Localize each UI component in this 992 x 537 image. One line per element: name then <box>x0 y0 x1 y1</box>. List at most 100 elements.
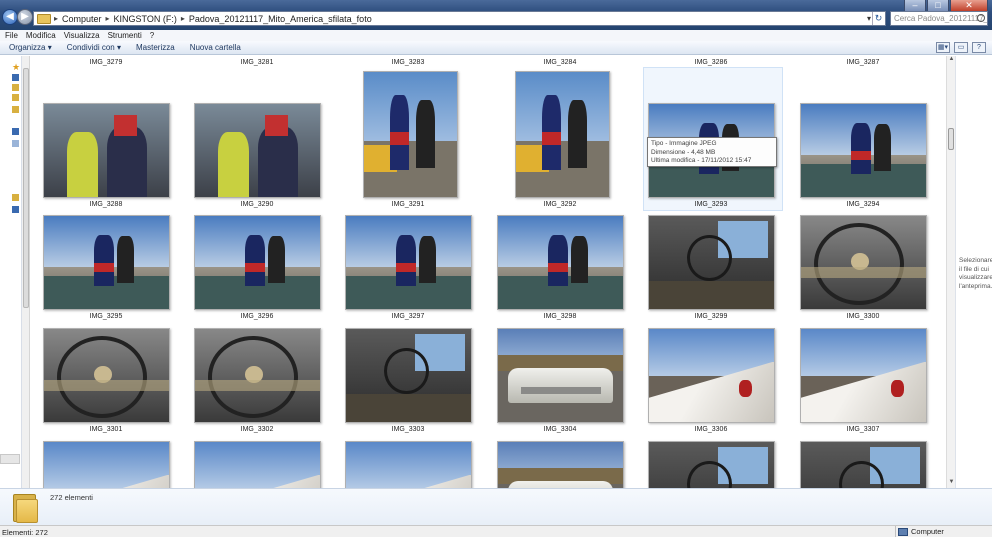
thumbnail-label[interactable]: IMG_3296 <box>194 313 320 320</box>
folder-icon <box>13 491 38 523</box>
photo-thumbnail[interactable] <box>648 441 775 488</box>
menu-help[interactable]: ? <box>150 31 154 40</box>
thumbnail-label[interactable]: IMG_3292 <box>497 201 623 208</box>
share-button[interactable]: Condividi con ▾ <box>67 43 121 52</box>
pane-splitter[interactable] <box>0 454 20 464</box>
organize-button[interactable]: Organizza ▾ <box>9 43 52 52</box>
address-bar[interactable]: ▸ Computer ▸ KINGSTON (F:) ▸ Padova_2012… <box>33 11 886 26</box>
folder-icon[interactable] <box>12 94 19 101</box>
menu-edit[interactable]: Modifica <box>26 31 56 40</box>
photo-thumbnail[interactable] <box>194 328 321 423</box>
thumbnail-label[interactable]: IMG_3279 <box>43 59 169 66</box>
chevron-down-icon: ▾ <box>47 43 52 52</box>
status-items: Elementi: 272 <box>2 528 48 537</box>
menu-file[interactable]: File <box>5 31 18 40</box>
burn-button[interactable]: Masterizza <box>136 43 175 52</box>
thumbnail-label[interactable]: IMG_3298 <box>497 313 623 320</box>
thumbnail-label[interactable]: IMG_3304 <box>497 426 623 433</box>
folder-icon[interactable] <box>12 106 19 113</box>
thumbnail-label[interactable]: IMG_3286 <box>648 59 774 66</box>
thumbnail-label[interactable]: IMG_3297 <box>345 313 471 320</box>
menu-view[interactable]: Visualizza <box>64 31 100 40</box>
photo-thumbnail[interactable] <box>515 71 610 198</box>
photo-thumbnail[interactable] <box>648 215 775 310</box>
photo-thumbnail[interactable] <box>194 441 321 488</box>
navigation-pane: ★ <box>0 56 22 488</box>
thumbnail-label[interactable]: IMG_3290 <box>194 201 320 208</box>
favorites-star-icon[interactable]: ★ <box>12 62 21 72</box>
photo-thumbnail[interactable] <box>43 328 170 423</box>
preview-pane: Selezionare il file di cui visualizzare … <box>955 56 992 488</box>
thumbnail-label[interactable]: IMG_3293 <box>648 201 774 208</box>
thumbnail-label[interactable]: IMG_3303 <box>345 426 471 433</box>
thumbnail-label[interactable]: IMG_3284 <box>497 59 623 66</box>
preview-pane-icon[interactable]: ▭ <box>954 42 968 53</box>
photo-thumbnail[interactable] <box>800 441 927 488</box>
item-count: 272 elementi <box>50 493 93 502</box>
thumbnail-label[interactable]: IMG_3299 <box>648 313 774 320</box>
folder-icon <box>37 13 51 24</box>
chevron-down-icon[interactable]: ▾ <box>867 12 871 25</box>
search-input[interactable]: Cerca Padova_20121117_Mito... <box>890 11 988 26</box>
tooltip-type: Tipo - Immagine JPEG <box>651 140 717 147</box>
thumbnail-label[interactable]: IMG_3295 <box>43 313 169 320</box>
photo-thumbnail[interactable] <box>648 328 775 423</box>
photo-thumbnail[interactable] <box>800 103 927 198</box>
forward-button[interactable]: ▶ <box>17 9 33 25</box>
photo-thumbnail[interactable] <box>43 103 170 198</box>
computer-icon <box>898 527 908 536</box>
chevron-right-icon: ▸ <box>105 14 110 23</box>
breadcrumb-computer[interactable]: Computer <box>62 14 102 24</box>
photo-thumbnail[interactable] <box>497 441 624 488</box>
drive-icon[interactable] <box>12 140 19 147</box>
nav-scroll-thumb[interactable] <box>23 68 29 308</box>
photo-thumbnail[interactable] <box>43 215 170 310</box>
search-placeholder: Cerca Padova_20121117_Mito... <box>894 14 988 23</box>
scroll-thumb[interactable] <box>948 128 954 150</box>
folder-icon[interactable] <box>12 194 19 201</box>
thumbnail-label[interactable]: IMG_3302 <box>194 426 320 433</box>
photo-thumbnail[interactable] <box>345 441 472 488</box>
photo-thumbnail[interactable] <box>194 215 321 310</box>
breadcrumb-drive[interactable]: KINGSTON (F:) <box>114 14 177 24</box>
thumbnail-label[interactable]: IMG_3287 <box>800 59 926 66</box>
command-bar: Organizza ▾ Condividi con ▾ Masterizza N… <box>0 41 992 55</box>
photo-thumbnail[interactable] <box>497 215 624 310</box>
thumbnail-label[interactable]: IMG_3291 <box>345 201 471 208</box>
thumbnail-label[interactable]: IMG_3301 <box>43 426 169 433</box>
new-folder-button[interactable]: Nuova cartella <box>190 43 241 52</box>
photo-thumbnail[interactable] <box>345 215 472 310</box>
share-label: Condividi con <box>66 43 115 52</box>
folder-icon[interactable] <box>12 84 19 91</box>
chevron-right-icon: ▸ <box>54 14 59 23</box>
thumbnail-label[interactable]: IMG_3306 <box>648 426 774 433</box>
network-icon[interactable] <box>12 206 19 213</box>
desktop-icon[interactable] <box>12 74 19 81</box>
menu-bar: File Modifica Visualizza Strumenti ? <box>0 30 992 41</box>
photo-thumbnail[interactable] <box>43 441 170 488</box>
photo-thumbnail[interactable] <box>363 71 458 198</box>
photo-thumbnail[interactable] <box>800 328 927 423</box>
chevron-right-icon: ▸ <box>180 14 185 23</box>
photo-thumbnail[interactable] <box>497 328 624 423</box>
file-tooltip: Tipo - Immagine JPEG Dimensione - 4,48 M… <box>647 137 777 167</box>
thumbnail-label[interactable]: IMG_3281 <box>194 59 320 66</box>
back-button[interactable]: ◀ <box>2 9 18 25</box>
help-icon[interactable]: ? <box>972 42 986 53</box>
refresh-icon[interactable]: ↻ <box>872 12 884 25</box>
breadcrumb-folder[interactable]: Padova_20121117_Mito_America_sfilata_fot… <box>189 14 372 24</box>
thumbnail-label[interactable]: IMG_3300 <box>800 313 926 320</box>
photo-thumbnail[interactable] <box>345 328 472 423</box>
photo-thumbnail[interactable] <box>194 103 321 198</box>
thumbnail-label[interactable]: IMG_3283 <box>345 59 471 66</box>
nav-scrollbar[interactable] <box>22 56 30 488</box>
file-list: IMG_3279 IMG_3281 IMG_3283 IMG_3284 IMG_3286… <box>30 56 946 488</box>
vertical-scrollbar[interactable]: ▲ ▼ <box>946 56 955 488</box>
thumbnail-label[interactable]: IMG_3288 <box>43 201 169 208</box>
menu-tools[interactable]: Strumenti <box>108 31 142 40</box>
thumbnail-label[interactable]: IMG_3294 <box>800 201 926 208</box>
computer-icon[interactable] <box>12 128 19 135</box>
view-options-icon[interactable]: ▦▾ <box>936 42 950 53</box>
thumbnail-label[interactable]: IMG_3307 <box>800 426 926 433</box>
photo-thumbnail[interactable] <box>800 215 927 310</box>
